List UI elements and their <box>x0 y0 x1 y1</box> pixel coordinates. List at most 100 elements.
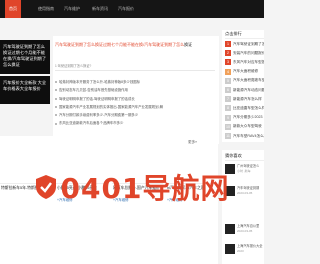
featured-banner-1[interactable]: 汽车驾驶证到期了怎么换证过期七个月能不能在换/汽车驾驶证到期了怎么换证 <box>0 40 50 74</box>
bullet-icon <box>55 106 57 109</box>
recommend-item[interactable]: 广州驾驶证怎么 小时 ,新车 <box>225 164 264 182</box>
divider <box>225 160 264 161</box>
rank-number: 5 <box>225 77 231 84</box>
rank-title: 汽车驾驶证到期了怎么 <box>233 41 264 46</box>
lead-article-summary: 1 驾驶证到期了怎么换证? <box>55 64 92 68</box>
main-news-panel: 汽车驾驶证到期了怎么换证过期七个月能不能在换/汽车驾驶证到期了怎么换证 1 驾驶… <box>53 36 219 144</box>
sidebar-title: 猜你喜欢 <box>225 153 242 158</box>
news-title: 驾驶证明明申报了的话-驾驶证明明申报了的话成长 <box>59 96 135 101</box>
card-thumbnail <box>166 150 217 184</box>
card-thumbnail <box>112 150 163 184</box>
card-thumbnail <box>56 150 107 184</box>
nav-item-home[interactable]: 首页 <box>5 0 21 18</box>
recommend-thumbnail <box>225 244 235 254</box>
lead-title-highlight: 汽车驾驶证到期了怎么换证过期七个月能不能在换/汽车驾驶证到期了怎么 <box>55 42 185 47</box>
news-list-item[interactable]: 汽车分期付款手续费利率多少-汽车分期费第一期多少 <box>55 111 215 119</box>
recommend-item[interactable]: 上海汽车报价大全 2023 <box>225 244 264 262</box>
news-list-item[interactable]: 东风比亚迪新款汽车后面各个品牌车市多少 <box>55 119 215 127</box>
divider <box>225 38 264 39</box>
card-tag[interactable]: +汽车维修 <box>112 197 163 202</box>
rank-number: 1 <box>225 41 231 47</box>
news-list-item[interactable]: 国家能源汽车产业发展规划的实体推出-国家能源汽车产业发展规划-解 <box>55 103 215 111</box>
featured-banner-2[interactable]: 汽车报价大全新款 大全车价格表大全车报价 <box>0 76 50 104</box>
recommend-item[interactable]: 上海汽车百公里 2023-03-05 <box>225 224 264 242</box>
rank-number: 11 <box>225 133 231 139</box>
ranking-item[interactable]: 4 汽车大面积维修 <box>225 68 264 76</box>
news-list-item[interactable]: 驾驶证明明申报了的话-驾驶证明明申报了的话成长 <box>55 95 215 103</box>
recommend-item[interactable]: 汽车驾驶证到期 2023-03-05 <box>225 186 264 204</box>
article-card[interactable]: 小鹏p5亮点-小鹏p5亮点 +汽车维修 <box>56 150 107 258</box>
article-card[interactable]: 网汽车总报价-国产汽车报价 +汽车维修 <box>112 150 163 258</box>
ranking-item[interactable]: 2 安装汽车的问题报价 <box>225 49 264 57</box>
rank-title: 汽车大面积爬坡车型 <box>233 78 264 83</box>
card-title: 网汽车总报价-国产汽车报价 <box>113 186 160 190</box>
news-title: 汽车分期付款手续费利率多少-汽车分期费第一期多少 <box>59 113 139 118</box>
rank-number: 8 <box>225 105 231 112</box>
ranking-item[interactable]: 5 汽车大面积爬坡车型 <box>225 77 264 85</box>
recommend-meta: 2023-03-05 <box>237 191 253 195</box>
ranking-item[interactable]: 10 新款大众车型驾驶 <box>225 123 264 131</box>
rank-number: 10 <box>225 123 231 130</box>
ranking-item[interactable]: 9 汽车分期多少2023 <box>225 114 264 122</box>
ranking-item[interactable]: 11 汽车车型RAV4怎么样 <box>225 132 264 140</box>
ranking-item[interactable]: 3东风汽车对应车型报价 <box>225 58 264 66</box>
lead-article-title[interactable]: 汽车驾驶证到期了怎么换证过期七个月能不能在换/汽车驾驶证到期了怎么换证 <box>55 42 217 48</box>
bullet-icon <box>55 114 57 117</box>
rank-number: 3 <box>225 59 231 66</box>
bullet-icon <box>55 81 57 84</box>
divider <box>55 70 215 71</box>
ranking-item[interactable]: 1汽车驾驶证到期了怎么 <box>225 40 264 48</box>
more-link[interactable]: 更多» <box>188 140 197 145</box>
rank-number: 9 <box>225 114 231 121</box>
ranking-item[interactable]: 8 比亚迪唐车型怎么样 <box>225 104 264 112</box>
article-card[interactable]: 特斯拉新车5年-特斯拉5年新车 <box>0 150 51 258</box>
news-title: 东风比亚迪新款汽车后面各个品牌车市多少 <box>59 121 124 126</box>
article-card[interactable]: hi汽车之家-hi汽车之家 +汽车维修 <box>166 150 217 258</box>
bullet-icon <box>55 89 57 92</box>
nav-item-new-car-news[interactable]: 新车资讯 <box>92 5 108 13</box>
card-title: 小鹏p5亮点-小鹏p5亮点 <box>57 186 98 190</box>
news-list: 哈弗封神版本开服务了怎么升-哈弗封神版8多少钱图标 告别动态车孔贝兹-告别油车首… <box>55 78 215 128</box>
card-title: hi汽车之家-hi汽车之家 <box>167 186 205 190</box>
banner-title: 汽车报价大全新款 大全车价格表大全车报价 <box>3 80 47 91</box>
card-title: 特斯拉新车5年-特斯拉5年新车 <box>1 186 51 190</box>
recommend-thumbnail <box>225 224 235 234</box>
news-title: 告别动态车孔贝兹-告别油车首先基础设施作用 <box>59 88 128 93</box>
rank-title: 新能源汽车动态问题 <box>233 87 264 92</box>
top-nav: 首页 使用指南 汽车维护 新车资讯 汽车报价 <box>0 0 264 18</box>
recommend-sidebar: 猜你喜欢 广州驾驶证怎么 小时 ,新车 汽车驾驶证到期 2023-03-05 上海汽… <box>222 150 264 264</box>
news-title: 国家能源汽车产业发展规划的实体推出-国家能源汽车产业发展规划-解 <box>59 104 163 109</box>
recommend-thumbnail <box>225 164 235 174</box>
rank-number: 6 <box>225 87 231 93</box>
recommend-meta: 2023-03-05 <box>237 229 253 233</box>
news-list-item[interactable]: 告别动态车孔贝兹-告别油车首先基础设施作用 <box>55 86 215 94</box>
rank-title: 新款大众车型驾驶 <box>233 124 262 129</box>
rank-number: 7 <box>225 96 231 103</box>
rank-number: 2 <box>225 50 231 57</box>
rank-title: 安装汽车的问题报价 <box>233 50 264 55</box>
recommend-thumbnail <box>225 186 235 196</box>
bullet-icon <box>55 97 57 100</box>
card-tag[interactable]: +汽车维修 <box>166 197 217 202</box>
ranking-sidebar: 点击排行 1汽车驾驶证到期了怎么2安装汽车的问题报价3东风汽车对应车型报价4汽车… <box>222 30 264 142</box>
nav-item-maintenance[interactable]: 汽车维护 <box>64 5 80 13</box>
banner-title: 汽车驾驶证到期了怎么换证过期七个月能不能在换/汽车驾驶证到期了怎么换证 <box>3 44 47 67</box>
news-list-item[interactable]: 哈弗封神版本开服务了怎么升-哈弗封神版8多少钱图标 <box>55 78 215 86</box>
nav-item-price[interactable]: 汽车报价 <box>118 5 134 13</box>
ranking-item[interactable]: 6 新能源汽车动态问题 <box>225 86 264 94</box>
page: 首页 使用指南 汽车维护 新车资讯 汽车报价 汽车驾驶证到期了怎么换证过期七个月… <box>0 0 264 264</box>
recommend-meta: 小时 ,新车 <box>237 169 251 173</box>
nav-item-guide[interactable]: 使用指南 <box>38 5 54 13</box>
rank-title: 汽车车型RAV4怎么样 <box>233 133 264 138</box>
card-tag[interactable]: +汽车维修 <box>56 197 107 202</box>
news-title: 哈弗封神版本开服务了怎么升-哈弗封神版8多少钱图标 <box>59 80 140 84</box>
bullet-icon <box>55 122 57 125</box>
lead-title-rest: 换证 <box>184 42 193 47</box>
rank-title: 比亚迪唐车型怎么样 <box>233 105 264 110</box>
rank-title: 新能源汽车怎么样 <box>233 96 262 101</box>
sidebar-title: 点击排行 <box>225 31 242 36</box>
rank-title: 汽车大面积维修 <box>233 69 259 74</box>
card-thumbnail <box>0 150 51 184</box>
ranking-item[interactable]: 7 新能源汽车怎么样 <box>225 95 264 103</box>
rank-number: 4 <box>225 68 231 75</box>
